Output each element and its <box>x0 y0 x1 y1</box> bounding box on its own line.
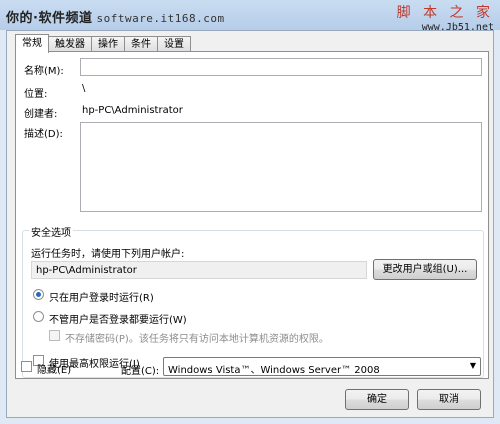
no-store-password-checkbox[interactable] <box>49 330 60 341</box>
description-label: 描述(D): <box>24 129 63 140</box>
tab-strip: 常规 触发器 操作 条件 设置 <box>15 34 191 53</box>
cancel-button[interactable]: 取消 <box>417 389 481 410</box>
no-store-password-label: 不存储密码(P)。该任务将只有访问本地计算机资源的权限。 <box>65 334 329 345</box>
watermark-right-title: 脚 本 之 家 <box>396 5 494 21</box>
configure-select[interactable]: Windows Vista™、Windows Server™ 2008 ▼ <box>163 357 481 376</box>
hidden-label[interactable]: 隐藏(E) <box>37 361 71 376</box>
author-value: hp-PC\Administrator <box>82 105 183 116</box>
location-label: 位置: <box>24 89 48 100</box>
name-label: 名称(M): <box>24 66 64 77</box>
hidden-checkbox[interactable] <box>21 361 32 372</box>
configure-value: Windows Vista™、Windows Server™ 2008 <box>168 365 380 376</box>
run-as-label: 运行任务时，请使用下列用户帐户: <box>31 249 185 260</box>
radio-run-logged-on[interactable] <box>33 289 44 300</box>
radio-run-whether-logged-on[interactable] <box>33 311 44 322</box>
author-label: 创建者: <box>24 109 58 120</box>
watermark-right: 脚 本 之 家 www.Jb51.net <box>397 2 494 33</box>
description-textarea[interactable] <box>80 122 482 212</box>
dialog-client: 常规 触发器 操作 条件 设置 名称(M): 位置: \ 创建者: hp-PC\… <box>6 30 494 418</box>
tab-general[interactable]: 常规 <box>15 34 49 53</box>
radio-run-logged-on-label[interactable]: 只在用户登录时运行(R) <box>49 289 154 304</box>
change-user-button[interactable]: 更改用户或组(U)... <box>373 259 477 280</box>
watermark-site: software.it168.com <box>96 12 225 25</box>
name-input[interactable] <box>80 58 482 76</box>
security-options-group: 安全选项 运行任务时，请使用下列用户帐户: hp-PC\Administrato… <box>22 224 484 378</box>
chevron-down-icon: ▼ <box>469 361 476 370</box>
title-bar: 你的·软件频道 software.it168.com 脚 本 之 家 www.Jb… <box>0 0 500 33</box>
run-as-value: hp-PC\Administrator <box>36 265 137 276</box>
radio-run-whether-label[interactable]: 不管用户是否登录都要运行(W) <box>49 311 187 326</box>
location-value: \ <box>82 83 86 94</box>
configure-label: 配置(C): <box>121 366 160 377</box>
security-group-title: 安全选项 <box>29 224 73 239</box>
watermark-left-text: 你的·软件频道 <box>6 11 93 26</box>
watermark-left: 你的·软件频道 software.it168.com <box>6 7 225 26</box>
run-as-field: hp-PC\Administrator <box>31 261 367 279</box>
ok-button[interactable]: 确定 <box>345 389 409 410</box>
general-panel: 名称(M): 位置: \ 创建者: hp-PC\Administrator 描述… <box>15 51 489 379</box>
